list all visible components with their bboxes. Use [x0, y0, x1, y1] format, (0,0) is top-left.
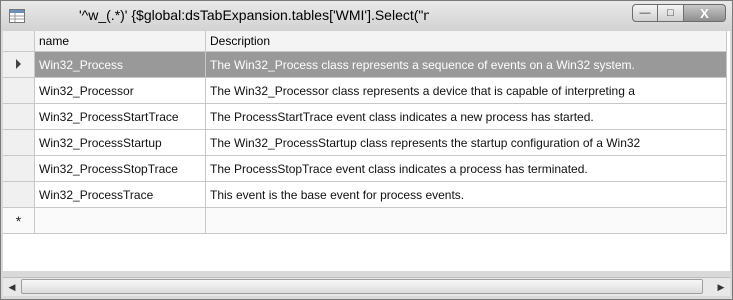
description-cell[interactable]: The ProcessStartTrace event class indica… — [205, 103, 727, 130]
title-bar[interactable]: '^w_(.*)' {$global:dsTabExpansion.tables… — [1, 1, 732, 31]
row-pointer-icon — [16, 58, 21, 69]
left-arrow-icon: ◀ — [8, 281, 16, 292]
grid-window-icon[interactable] — [9, 9, 25, 23]
row-header[interactable] — [3, 103, 35, 130]
description-cell[interactable]: This event is the base event for process… — [205, 181, 727, 208]
name-cell[interactable]: Win32_ProcessStartTrace — [34, 103, 206, 130]
name-cell[interactable]: Win32_ProcessTrace — [34, 181, 206, 208]
name-cell[interactable]: Win32_ProcessStopTrace — [34, 155, 206, 182]
description-cell[interactable]: The ProcessStopTrace event class indicat… — [205, 155, 727, 182]
minimize-icon: — — [639, 7, 651, 19]
row-header[interactable] — [3, 155, 35, 182]
new-row-name-cell[interactable] — [34, 207, 206, 234]
table-row[interactable]: Win32_Process The Win32_Process class re… — [3, 51, 727, 78]
maximize-button[interactable]: □ — [658, 4, 684, 22]
app-window: '^w_(.*)' {$global:dsTabExpansion.tables… — [0, 0, 733, 300]
description-cell[interactable]: The Win32_Processor class represents a d… — [205, 77, 727, 104]
column-header-name[interactable]: name — [34, 31, 206, 52]
new-row-star-icon: * — [15, 212, 22, 229]
window-controls: — □ X — [632, 4, 726, 24]
scroll-right-button[interactable]: ▶ — [713, 279, 729, 295]
row-header[interactable] — [3, 181, 35, 208]
data-grid[interactable]: name Description Win32_Process The Win32… — [3, 31, 730, 271]
description-cell[interactable]: The Win32_ProcessStartup class represent… — [205, 129, 727, 156]
horizontal-scrollbar[interactable]: ◀ ▶ — [3, 277, 730, 296]
maximize-icon: □ — [667, 7, 674, 19]
new-row[interactable]: * — [3, 207, 727, 234]
name-cell[interactable]: Win32_Processor — [34, 77, 206, 104]
name-cell[interactable]: Win32_ProcessStartup — [34, 129, 206, 156]
window-title: '^w_(.*)' {$global:dsTabExpansion.tables… — [79, 7, 429, 23]
minimize-button[interactable]: — — [632, 4, 658, 22]
new-row-header[interactable]: * — [3, 207, 35, 234]
row-header[interactable] — [3, 129, 35, 156]
row-header[interactable] — [3, 51, 35, 78]
table-row[interactable]: Win32_Processor The Win32_Processor clas… — [3, 77, 727, 104]
scrollbar-thumb[interactable] — [21, 279, 703, 294]
table-row[interactable]: Win32_ProcessTrace This event is the bas… — [3, 181, 727, 208]
corner-header-cell[interactable] — [3, 31, 35, 52]
close-button[interactable]: X — [684, 4, 726, 22]
new-row-description-cell[interactable] — [205, 207, 727, 234]
table-row[interactable]: Win32_ProcessStartup The Win32_ProcessSt… — [3, 129, 727, 156]
right-arrow-icon: ▶ — [717, 281, 725, 292]
close-icon: X — [700, 5, 709, 21]
row-header[interactable] — [3, 77, 35, 104]
name-cell[interactable]: Win32_Process — [34, 51, 206, 78]
column-header-description[interactable]: Description — [205, 31, 727, 52]
table-row[interactable]: Win32_ProcessStopTrace The ProcessStopTr… — [3, 155, 727, 182]
table-row[interactable]: Win32_ProcessStartTrace The ProcessStart… — [3, 103, 727, 130]
scroll-left-button[interactable]: ◀ — [4, 279, 20, 295]
description-cell[interactable]: The Win32_Process class represents a seq… — [205, 51, 727, 78]
